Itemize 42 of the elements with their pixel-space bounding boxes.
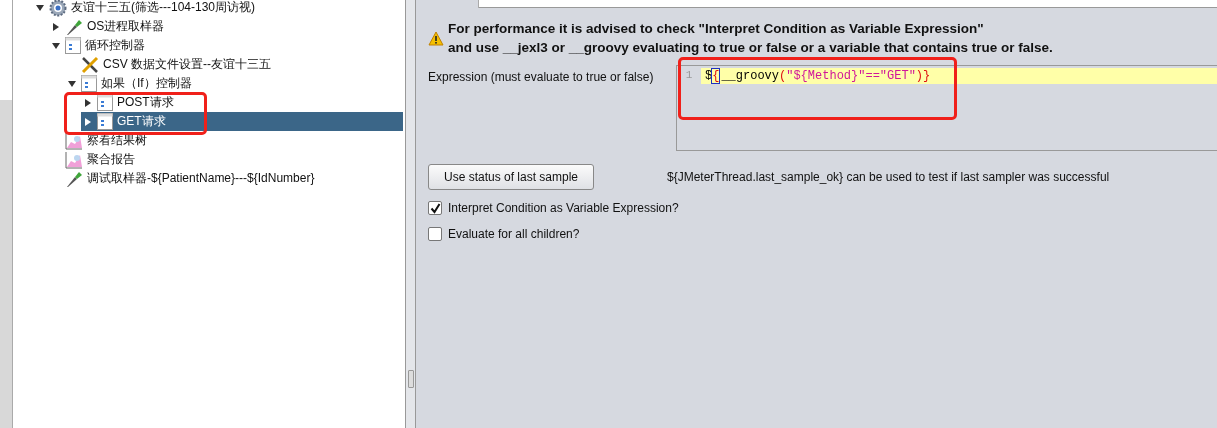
tree-item-label: 循环控制器 — [85, 37, 145, 54]
controller-icon — [97, 113, 113, 130]
tree-item[interactable]: 循环控制器 — [49, 36, 403, 55]
line-number: 1 — [685, 69, 693, 81]
tree-item-label: CSV 数据文件设置--友谊十三五 — [103, 56, 271, 73]
hint-text: ${JMeterThread.last_sample_ok} can be used to test if last sampler was successful — [667, 170, 1110, 184]
tree-item-label: OS进程取样器 — [87, 18, 165, 35]
pipette-icon — [65, 17, 83, 36]
tools-icon — [81, 55, 99, 74]
collapse-icon[interactable] — [33, 3, 47, 12]
tree-item[interactable]: CSV 数据文件设置--友谊十三五 — [65, 55, 403, 74]
tree-item-label: GET请求 — [117, 113, 166, 130]
pipette-icon — [65, 169, 83, 188]
checkbox[interactable] — [428, 201, 442, 215]
field-label: Expression (must evaluate to true or false) — [428, 69, 655, 86]
controller-icon — [81, 75, 97, 92]
collapse-icon[interactable] — [65, 79, 79, 88]
checkbox-label: Evaluate for all children? — [448, 227, 580, 241]
checkbox-label: Interpret Condition as Variable Expression? — [448, 201, 679, 215]
graph-icon — [65, 131, 83, 150]
warning-icon — [428, 30, 444, 46]
tree-item-label: 调试取样器-${PatientName}---${IdNumber} — [87, 170, 315, 187]
warning-text: and use __jexl3 or __groovy evaluating to true or false or a variable that contains true or false. — [448, 39, 1053, 57]
grip-icon[interactable] — [407, 370, 414, 388]
tree-item-label: 如果（If）控制器 — [101, 75, 192, 92]
tree-item-label: POST请求 — [117, 94, 174, 111]
tree-item-label: 友谊十三五(筛选---104-130周访视) — [71, 0, 256, 16]
tree-item[interactable]: POST请求 — [81, 93, 403, 112]
use-status-button[interactable]: Use status of last sample — [428, 164, 594, 190]
controller-icon — [65, 37, 81, 54]
tree-item[interactable]: 友谊十三五(筛选---104-130周访视) — [13, 0, 403, 17]
checkbox[interactable] — [428, 227, 442, 241]
tree-item[interactable]: 聚合报告 — [49, 150, 403, 169]
tree-item[interactable]: 如果（If）控制器 — [65, 74, 403, 93]
collapse-icon[interactable] — [49, 41, 63, 50]
tree-item[interactable]: OS进程取样器 — [49, 17, 403, 36]
tree-item[interactable]: GET请求 — [81, 112, 403, 131]
scrollbar[interactable] — [0, 0, 13, 428]
warning-text: For performance it is advised to check "Interpret Condition as Variable Expression" — [448, 20, 985, 38]
graph-icon — [65, 150, 83, 169]
tree-item[interactable]: 调试取样器-${PatientName}---${IdNumber} — [49, 169, 403, 188]
tree-item-label: 聚合报告 — [87, 151, 135, 168]
